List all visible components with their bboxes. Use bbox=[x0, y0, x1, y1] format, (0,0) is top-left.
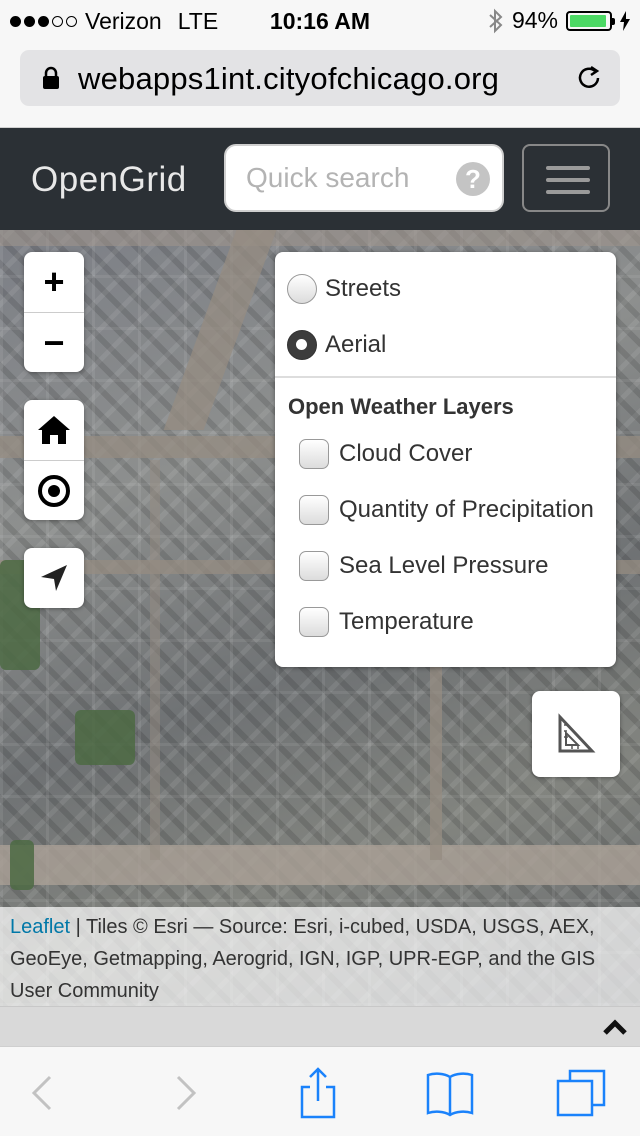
address-bar[interactable]: webapps1int.cityofchicago.org bbox=[20, 50, 620, 106]
menu-toggle-button[interactable] bbox=[522, 144, 610, 212]
navigation-arrow-icon bbox=[41, 565, 67, 591]
target-icon bbox=[38, 474, 70, 507]
lock-icon bbox=[43, 66, 59, 89]
locate-target-button[interactable] bbox=[24, 460, 84, 520]
overlay-label: Temperature bbox=[339, 608, 474, 635]
battery-icon bbox=[566, 10, 615, 31]
search-input[interactable] bbox=[246, 160, 446, 196]
radio-button-selected[interactable] bbox=[287, 330, 317, 360]
menu-line bbox=[546, 178, 590, 182]
menu-line bbox=[546, 190, 590, 194]
overlay-cloud-cover[interactable]: Cloud Cover bbox=[299, 439, 472, 469]
base-layer-streets[interactable]: Streets bbox=[287, 274, 401, 304]
map-attribution: Leaflet | Tiles © Esri — Source: Esri, i… bbox=[0, 907, 640, 1006]
checkbox[interactable] bbox=[299, 495, 329, 525]
help-icon[interactable]: ? bbox=[456, 162, 490, 196]
attribution-text: | Tiles © Esri — Source: Esri, i-cubed, … bbox=[10, 916, 596, 1002]
view-control bbox=[24, 400, 84, 520]
geolocate-control bbox=[24, 548, 84, 608]
overlay-temperature[interactable]: Temperature bbox=[299, 607, 474, 637]
checkbox[interactable] bbox=[299, 439, 329, 469]
measure-tool-button[interactable] bbox=[532, 691, 620, 777]
zoom-in-button[interactable]: + bbox=[24, 252, 84, 312]
overlay-precipitation[interactable]: Quantity of Precipitation bbox=[299, 495, 594, 525]
tabs-icon[interactable] bbox=[554, 1065, 610, 1121]
base-layer-label: Aerial bbox=[325, 331, 387, 358]
back-icon[interactable] bbox=[16, 1065, 72, 1121]
bluetooth-icon bbox=[489, 8, 503, 33]
forward-icon[interactable] bbox=[156, 1065, 212, 1121]
layer-control-panel: Streets Aerial Open Weather Layers Cloud… bbox=[275, 252, 616, 667]
map-road bbox=[163, 230, 277, 430]
charging-icon bbox=[620, 10, 630, 31]
base-layer-aerial[interactable]: Aerial bbox=[287, 330, 386, 360]
map-road bbox=[0, 845, 640, 885]
map-park bbox=[75, 710, 135, 765]
zoom-control: + − bbox=[24, 252, 84, 372]
brand-logo[interactable]: OpenGrid bbox=[31, 160, 187, 200]
map-road bbox=[0, 230, 640, 246]
app-navbar: OpenGrid ? bbox=[0, 128, 640, 230]
browser-toolbar bbox=[0, 1046, 640, 1136]
overlay-label: Cloud Cover bbox=[339, 440, 473, 467]
status-bar: Verizon LTE 10:16 AM 94% bbox=[0, 0, 640, 40]
share-icon[interactable] bbox=[290, 1065, 346, 1121]
browser-chrome: webapps1int.cityofchicago.org bbox=[0, 40, 640, 128]
checkbox[interactable] bbox=[299, 551, 329, 581]
home-icon bbox=[38, 416, 70, 444]
screen: Verizon LTE 10:16 AM 94% webapps1int.cit… bbox=[0, 0, 640, 1136]
zoom-out-button[interactable]: − bbox=[24, 312, 84, 372]
overlay-sea-level-pressure[interactable]: Sea Level Pressure bbox=[299, 551, 548, 581]
home-button[interactable] bbox=[24, 400, 84, 460]
map-view[interactable]: + − Streets Aerial Open Weather Layers C… bbox=[0, 230, 640, 1006]
geolocate-button[interactable] bbox=[24, 548, 84, 608]
battery-percent: 94% bbox=[511, 7, 558, 33]
base-layer-label: Streets bbox=[325, 275, 402, 302]
url-text: webapps1int.cityofchicago.org bbox=[78, 61, 500, 96]
leaflet-link[interactable]: Leaflet bbox=[10, 916, 70, 938]
checkbox[interactable] bbox=[299, 607, 329, 637]
menu-line bbox=[546, 166, 590, 170]
status-right: 94% bbox=[488, 7, 630, 34]
reload-icon[interactable] bbox=[574, 63, 604, 93]
panel-collapse-bar[interactable] bbox=[0, 1006, 640, 1046]
overlay-label: Sea Level Pressure bbox=[339, 552, 549, 579]
ruler-triangle-icon bbox=[558, 713, 596, 753]
overlay-label: Quantity of Precipitation bbox=[339, 496, 594, 523]
overlay-title: Open Weather Layers bbox=[288, 394, 514, 419]
bookmarks-icon[interactable] bbox=[422, 1065, 478, 1121]
map-road bbox=[430, 660, 442, 860]
layer-separator bbox=[275, 376, 616, 378]
map-road bbox=[150, 460, 160, 860]
map-park bbox=[10, 840, 34, 890]
radio-button[interactable] bbox=[287, 274, 317, 304]
quick-search: ? bbox=[224, 144, 504, 212]
chevron-up-icon[interactable] bbox=[602, 1015, 628, 1039]
